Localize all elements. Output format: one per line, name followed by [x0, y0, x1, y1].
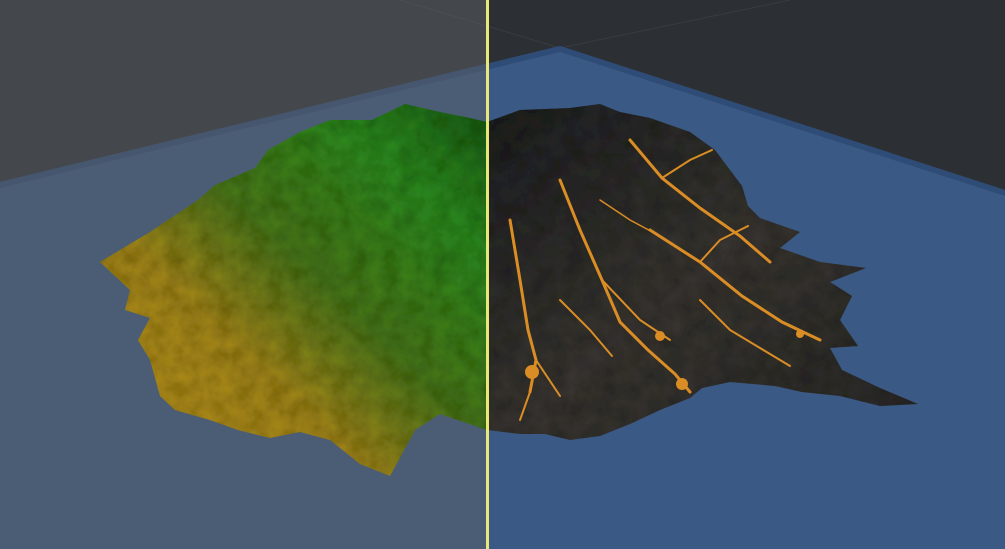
flow-view: [487, 0, 1005, 549]
terrain-viewport[interactable]: [0, 0, 1005, 549]
elevation-view: [0, 0, 487, 549]
terrain-scene[interactable]: [0, 0, 1005, 549]
split-view-handle[interactable]: [486, 0, 489, 549]
